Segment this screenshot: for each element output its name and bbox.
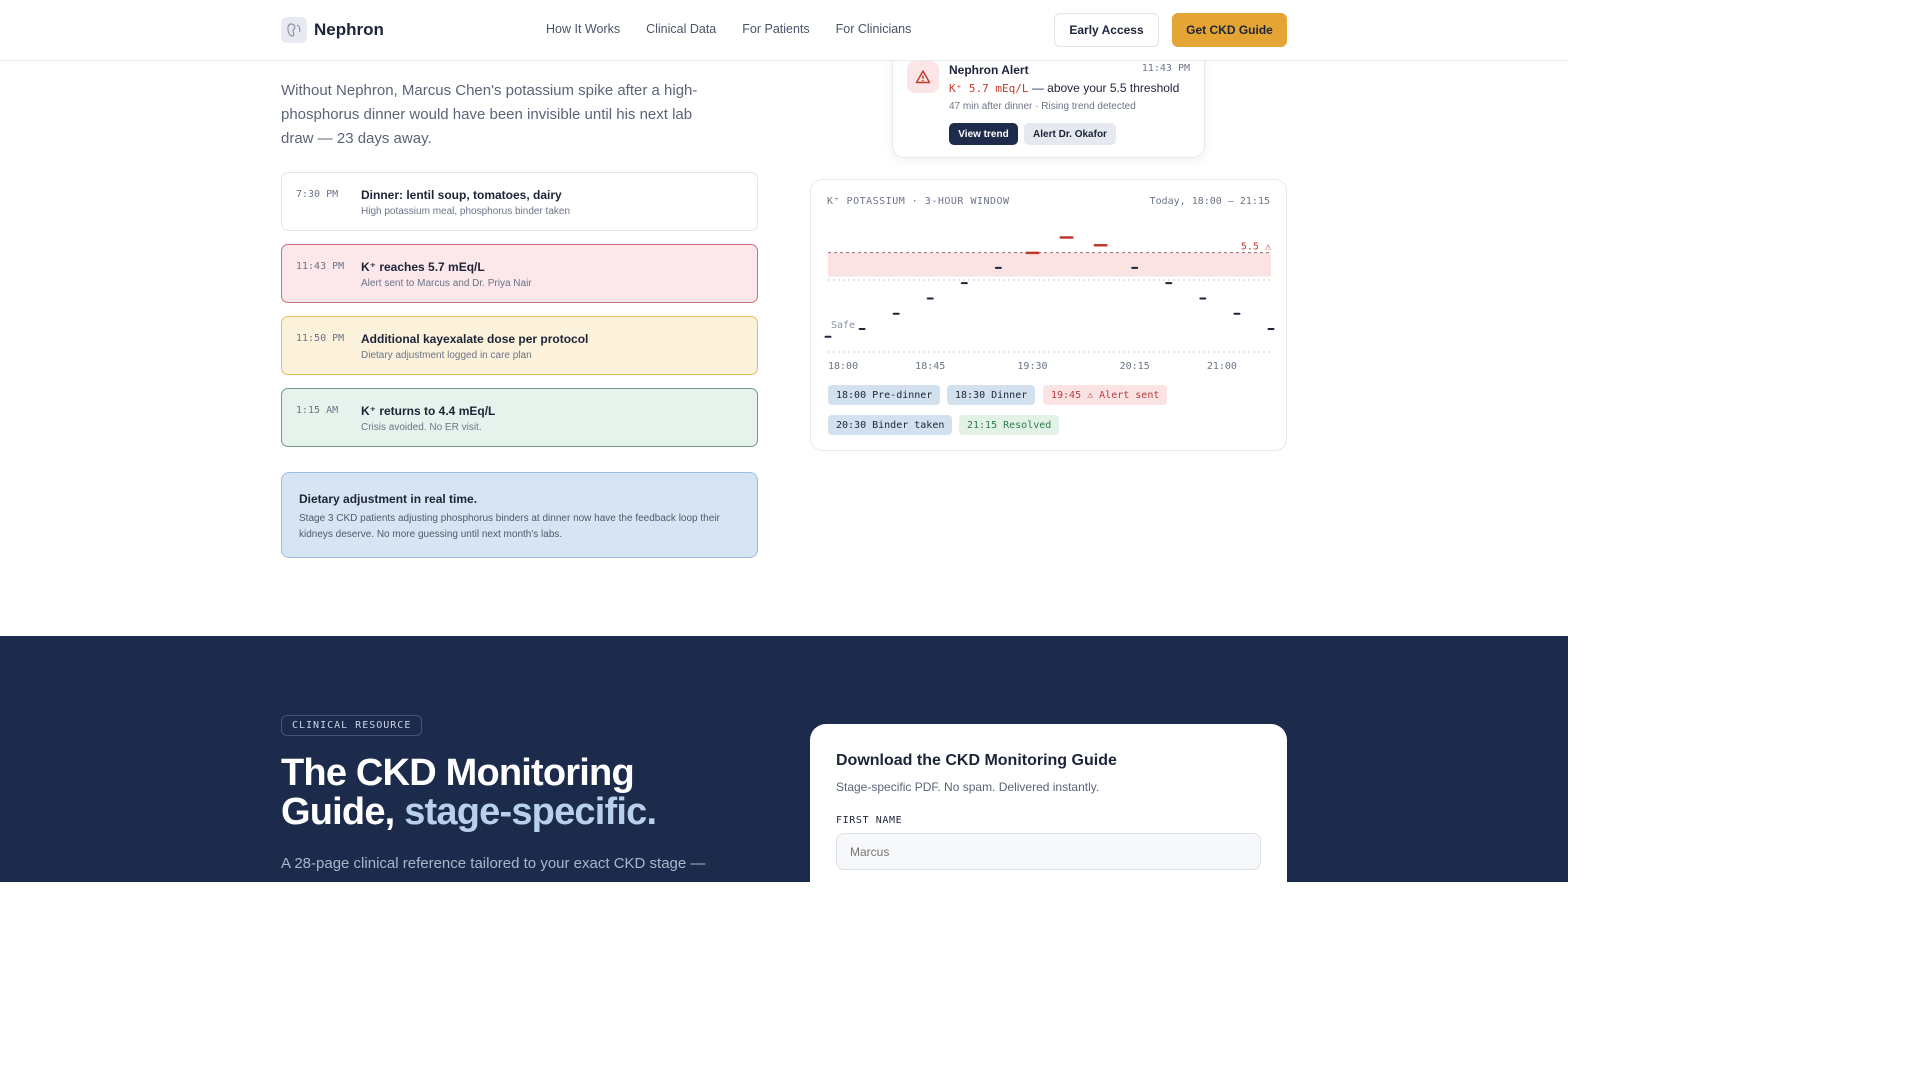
timeline-title: K⁺ returns to 4.4 mEq/L	[361, 404, 496, 418]
chart-point	[1199, 297, 1207, 300]
brand-logo[interactable]: Nephron	[281, 17, 384, 43]
x-tick-label: 18:45	[915, 361, 945, 372]
chart-point	[824, 335, 832, 338]
timeline-detail: Dietary adjustment logged in care plan	[361, 350, 532, 361]
callout-body: Stage 3 CKD patients adjusting phosphoru…	[299, 513, 720, 540]
event-tag-dinner: 18:30 Dinner	[947, 385, 1036, 405]
timeline-detail: Alert sent to Marcus and Dr. Priya Nair	[361, 278, 532, 289]
x-tick-label: 19:30	[1017, 361, 1047, 372]
clinical-resource-pill: CLINICAL RESOURCE	[281, 715, 423, 736]
chart-point	[1131, 266, 1139, 269]
threshold-label: 5.5 ⚠	[1241, 242, 1272, 253]
view-trend-button[interactable]: View trend	[949, 123, 1018, 145]
safe-label: Safe	[831, 320, 855, 331]
timeline-item-resolved: 1:15 AM K⁺ returns to 4.4 mEq/L Crisis a…	[281, 388, 758, 447]
form-title: Download the CKD Monitoring Guide	[836, 752, 1117, 769]
guide-download-form: Download the CKD Monitoring Guide Stage-…	[810, 724, 1287, 904]
first-name-label: FIRST NAME	[836, 815, 903, 826]
resource-heading-accent: stage-specific.	[404, 791, 657, 833]
timeline-item-dose: 11:50 PM Additional kayexalate dose per …	[281, 316, 758, 375]
get-guide-button[interactable]: Get CKD Guide	[1172, 13, 1287, 47]
x-tick-label: 18:00	[828, 361, 858, 372]
timeline-detail: High potassium meal, phosphorus binder t…	[361, 206, 571, 217]
chart-point	[1165, 282, 1173, 285]
x-tick-label: 21:00	[1207, 361, 1237, 372]
dietary-callout: Dietary adjustment in real time. Stage 3…	[281, 472, 758, 558]
story-lead: Without Nephron, Marcus Chen's potassium…	[281, 82, 698, 147]
kidney-logo-icon	[281, 17, 307, 43]
timeline-time: 7:30 PM	[296, 189, 339, 200]
top-navigation: Nephron How It Works Clinical Data For P…	[0, 0, 1568, 61]
timeline-detail: Crisis avoided. No ER visit.	[361, 422, 482, 433]
alert-threshold-text: — above your 5.5 threshold	[1031, 81, 1180, 95]
nav-link-clinical-data[interactable]: Clinical Data	[646, 22, 716, 36]
event-tag-binder: 20:30 Binder taken	[828, 415, 953, 435]
timeline-title: Additional kayexalate dose per protocol	[361, 332, 589, 346]
chart-point	[926, 297, 934, 300]
alert-title: Nephron Alert	[949, 63, 1029, 77]
nav-links: How It Works Clinical Data For Patients …	[546, 22, 911, 36]
chart-point	[892, 312, 900, 315]
nav-link-how-it-works[interactable]: How It Works	[546, 22, 620, 36]
nav-link-for-clinicians[interactable]: For Clinicians	[836, 22, 912, 36]
event-tag-pre-dinner: 18:00 Pre-dinner	[828, 385, 941, 405]
timeline-time: 1:15 AM	[296, 405, 339, 416]
timeline-time: 11:50 PM	[296, 333, 345, 344]
resource-body: A 28-page clinical reference tailored to…	[281, 855, 706, 872]
chart-point	[1059, 236, 1074, 239]
alert-time: 11:43 PM	[1141, 63, 1190, 74]
timeline-title: K⁺ reaches 5.7 mEq/L	[361, 260, 485, 274]
resource-section	[0, 636, 1568, 882]
timeline-item-alert: 11:43 PM K⁺ reaches 5.7 mEq/L Alert sent…	[281, 244, 758, 303]
chart-point	[1093, 243, 1108, 247]
x-tick-label: 20:15	[1120, 361, 1150, 372]
chart-point	[960, 282, 968, 285]
potassium-chart-card: K⁺ POTASSIUM · 3-HOUR WINDOW Today, 18:0…	[810, 179, 1287, 451]
alert-value: K⁺ 5.7 mEq/L	[949, 82, 1029, 95]
alert-doctor-button[interactable]: Alert Dr. Okafor	[1024, 123, 1116, 145]
alert-message: K⁺ 5.7 mEq/L — above your 5.5 threshold	[949, 81, 1179, 95]
event-tag-resolved: 21:15 Resolved	[959, 415, 1060, 435]
callout-title: Dietary adjustment in real time.	[299, 492, 478, 506]
brand-name: Nephron	[314, 20, 384, 39]
timeline-item-dinner: 7:30 PM Dinner: lentil soup, tomatoes, d…	[281, 172, 758, 231]
chart-point	[1025, 251, 1040, 255]
nephron-alert-card: Nephron Alert 11:43 PM K⁺ 5.7 mEq/L — ab…	[892, 45, 1205, 158]
threshold-band	[828, 252, 1271, 277]
first-name-input[interactable]	[836, 833, 1261, 870]
chart-point	[1233, 312, 1241, 315]
resource-heading: The CKD Monitoring Guide, stage-specific…	[281, 754, 751, 832]
warning-triangle-icon	[907, 61, 939, 93]
alert-meta: 47 min after dinner · Rising trend detec…	[949, 101, 1136, 112]
nav-link-for-patients[interactable]: For Patients	[742, 22, 809, 36]
event-tag-alert: 19:45 ⚠ Alert sent	[1043, 385, 1168, 405]
timeline-time: 11:43 PM	[296, 261, 345, 272]
form-subtitle: Stage-specific PDF. No spam. Delivered i…	[836, 780, 1100, 794]
early-access-button[interactable]: Early Access	[1054, 13, 1159, 47]
potassium-chart: 5.5 ⚠ Safe 18:00 18:45 19:30 20:15 21:00	[824, 236, 1275, 372]
chart-point	[858, 328, 866, 331]
chart-point	[994, 266, 1002, 269]
chart-point	[1267, 328, 1275, 331]
timeline-title: Dinner: lentil soup, tomatoes, dairy	[361, 188, 562, 202]
